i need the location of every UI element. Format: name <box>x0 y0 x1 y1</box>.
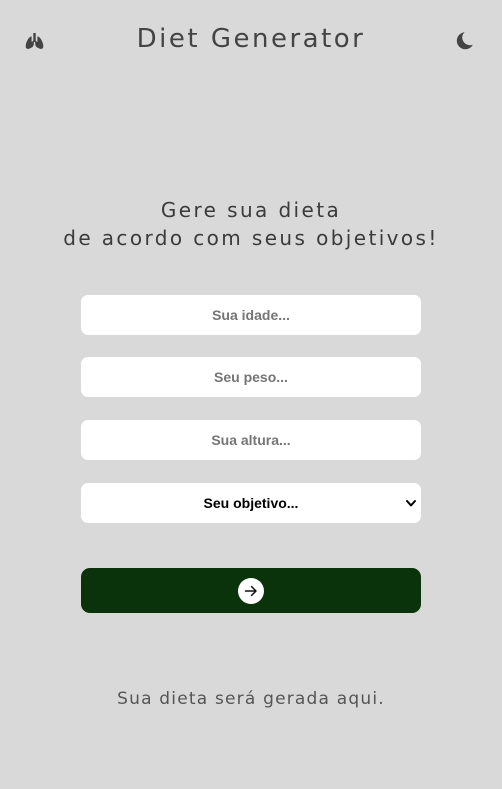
chevron-down-icon <box>406 500 416 507</box>
diet-result-text: Sua dieta será gerada aqui. <box>117 689 385 709</box>
app-header: Diet Generator <box>0 0 502 82</box>
moon-icon[interactable] <box>452 29 476 53</box>
headline-line-1: Gere sua dieta <box>160 198 342 222</box>
generate-diet-button[interactable] <box>81 568 421 613</box>
height-input[interactable] <box>81 420 421 460</box>
headline-line-2: de acordo com seus objetivos! <box>63 226 439 250</box>
arrow-right-icon <box>238 578 264 604</box>
page-headline: Gere sua dieta de acordo com seus objeti… <box>0 196 502 252</box>
goal-select-value: Seu objetivo... <box>203 495 299 511</box>
age-input[interactable] <box>81 295 421 335</box>
app-title: Diet Generator <box>136 24 366 54</box>
goal-select[interactable]: Seu objetivo... <box>81 483 421 523</box>
weight-input[interactable] <box>81 357 421 397</box>
